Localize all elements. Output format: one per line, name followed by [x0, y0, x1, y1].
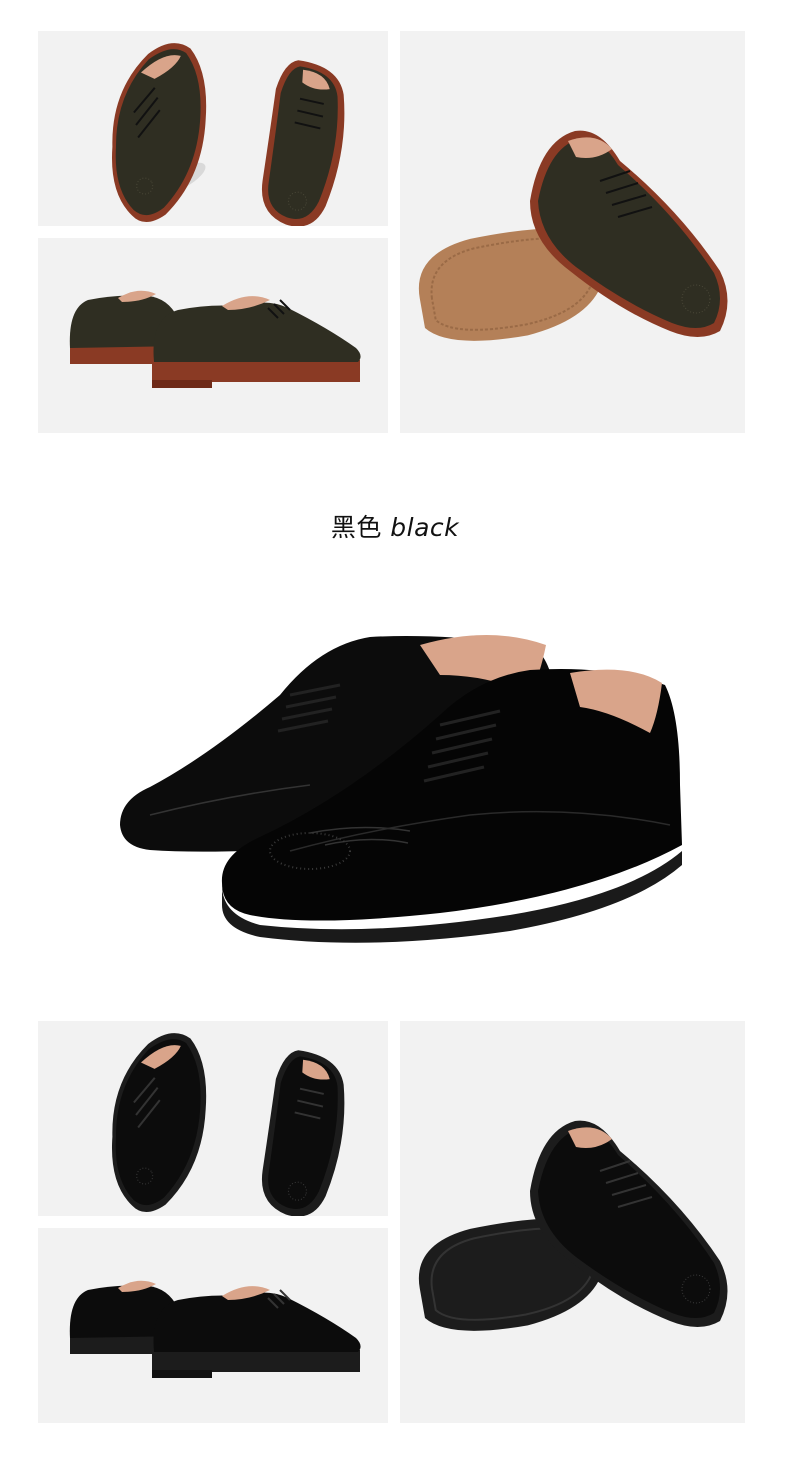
shoe-pair-illustration	[111, 43, 345, 226]
product-photo-brown-pair-side	[38, 238, 388, 433]
shoe-pair-illustration-black	[111, 1033, 345, 1216]
product-photo-black-hero	[110, 615, 690, 955]
product-photo-brown-pair-top	[38, 31, 388, 226]
black-shoe-pair-hero	[120, 635, 682, 943]
color-label-latin: black	[390, 513, 460, 542]
product-photo-black-pair-side	[38, 1228, 388, 1423]
shoe-side-illustration-black	[69, 1280, 361, 1378]
shoe-side-illustration	[69, 290, 361, 388]
product-photo-black-pair-top	[38, 1021, 388, 1216]
product-photo-black-sole-view	[400, 1021, 745, 1423]
shoe-sole-illustration-black	[418, 1120, 728, 1331]
product-photo-brown-sole-view	[400, 31, 745, 433]
color-label-chinese: 黑色	[330, 513, 382, 542]
shoe-sole-illustration	[418, 130, 728, 341]
color-variant-label: 黑色 black	[0, 508, 790, 544]
